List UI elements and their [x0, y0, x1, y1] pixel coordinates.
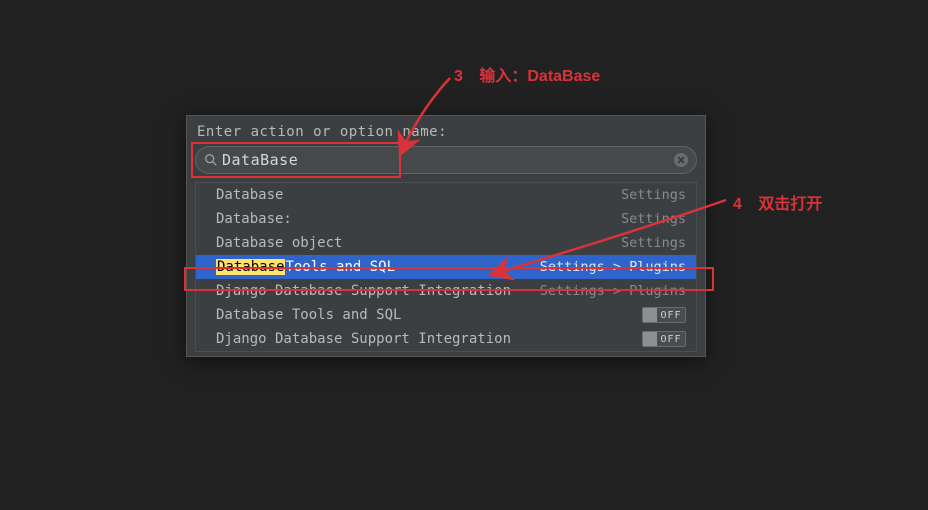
search-input-value: DataBase [222, 151, 298, 169]
annotation-4-text: 双击打开 [758, 196, 822, 213]
annotation-3-text: 输入：DataBase [479, 68, 600, 85]
result-label: Database object [216, 235, 342, 251]
toggle-off[interactable]: OFF [642, 307, 686, 323]
toggle-knob [643, 332, 657, 346]
result-hint: Settings [621, 235, 686, 251]
result-item-selected[interactable]: Database Tools and SQL Settings > Plugin… [196, 255, 696, 279]
find-action-dialog: Enter action or option name: DataBase Da… [186, 115, 706, 357]
result-label-rest: Tools and SQL [285, 259, 395, 275]
result-item[interactable]: Django Database Support Integration OFF [196, 327, 696, 351]
clear-icon[interactable] [673, 152, 689, 168]
result-label: Django Database Support Integration [216, 331, 511, 347]
toggle-knob [643, 308, 657, 322]
result-hint: Settings [621, 187, 686, 203]
annotation-3: 3 输入：DataBase [454, 62, 600, 86]
result-item[interactable]: Database object Settings [196, 231, 696, 255]
toggle-label: OFF [657, 334, 685, 345]
annotation-3-num: 3 [454, 68, 463, 85]
result-item[interactable]: Django Database Support Integration Sett… [196, 279, 696, 303]
result-item[interactable]: Database Settings [196, 183, 696, 207]
result-label: Django Database Support Integration [216, 283, 511, 299]
annotation-4-num: 4 [733, 196, 742, 213]
search-icon [204, 153, 218, 167]
prompt-label: Enter action or option name: [195, 122, 697, 146]
result-label: Database Tools and SQL [216, 307, 401, 323]
result-right: OFF [642, 331, 686, 347]
result-label: Database [216, 187, 283, 203]
annotation-4: 4 双击打开 [733, 190, 822, 214]
result-label: Database Tools and SQL [216, 259, 395, 275]
search-row: DataBase [195, 146, 697, 174]
result-item[interactable]: Database Tools and SQL OFF [196, 303, 696, 327]
result-hint: Settings > Plugins [540, 259, 686, 275]
results-list: Database Settings Database: Settings Dat… [195, 182, 697, 352]
result-label: Database: [216, 211, 292, 227]
result-hint: Settings > Plugins [540, 283, 686, 299]
toggle-off[interactable]: OFF [642, 331, 686, 347]
result-right: OFF [642, 307, 686, 323]
toggle-label: OFF [657, 310, 685, 321]
result-label-highlight: Database [216, 259, 285, 275]
result-item[interactable]: Database: Settings [196, 207, 696, 231]
result-hint: Settings [621, 211, 686, 227]
search-input[interactable]: DataBase [195, 146, 697, 174]
